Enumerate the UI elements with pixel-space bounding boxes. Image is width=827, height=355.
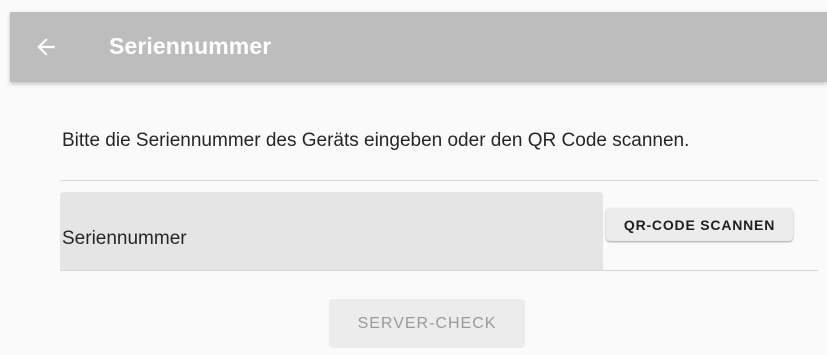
page-title: Seriennummer [109,33,272,59]
back-button[interactable] [28,29,64,65]
app-bar: Seriennummer [10,12,827,82]
app-screen: Seriennummer Bitte die Seriennummer des … [10,12,827,355]
server-check-button[interactable]: SERVER-CHECK [329,299,525,348]
divider [60,180,818,181]
divider [60,270,818,271]
serial-number-field[interactable]: Seriennummer [60,192,603,270]
arrow-left-icon [37,38,55,56]
qr-code-scan-button[interactable]: QR-CODE SCANNEN [606,208,793,241]
instruction-text: Bitte die Seriennummer des Geräts eingeb… [62,130,690,151]
main-content: Bitte die Seriennummer des Geräts eingeb… [10,82,827,355]
serial-number-label: Seriennummer [62,228,187,249]
